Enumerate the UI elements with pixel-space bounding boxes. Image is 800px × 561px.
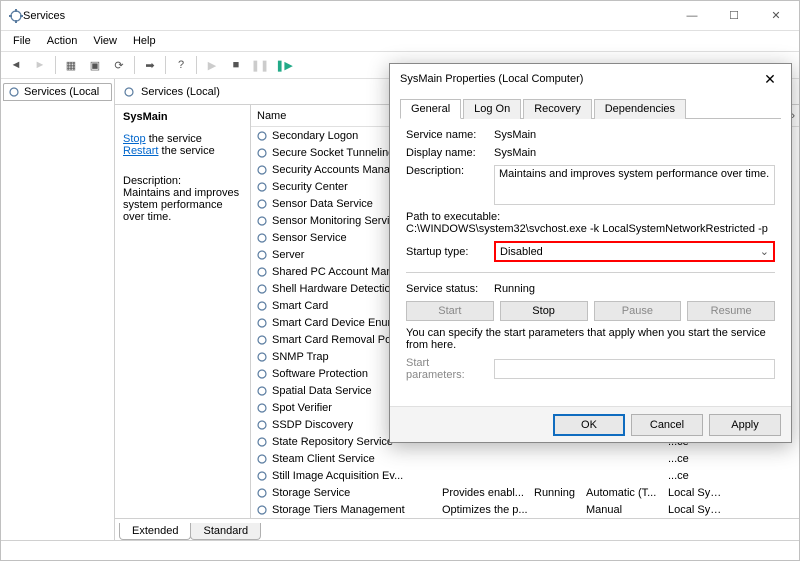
refresh-icon[interactable]: ⟳ xyxy=(108,55,130,75)
gear-icon xyxy=(255,486,269,500)
back-button[interactable]: ◄ xyxy=(5,55,27,75)
gear-icon xyxy=(255,418,269,432)
tab-standard[interactable]: Standard xyxy=(190,523,261,540)
gear-icon xyxy=(255,435,269,449)
menu-view[interactable]: View xyxy=(85,33,125,49)
show-hide-button[interactable]: ▦ xyxy=(60,55,82,75)
description-label: Description: xyxy=(123,175,242,187)
gear-icon xyxy=(255,333,269,347)
services-window: Services — ☐ ✕ File Action View Help ◄ ►… xyxy=(0,0,800,561)
gear-icon xyxy=(255,503,269,517)
dialog-close-button[interactable]: ✕ xyxy=(753,71,787,88)
service-row[interactable]: Steam Client Service...ce xyxy=(251,450,799,467)
gear-icon xyxy=(255,469,269,483)
path-label: Path to executable: xyxy=(406,211,775,223)
dialog-tabs: General Log On Recovery Dependencies xyxy=(400,98,781,119)
display-name-label: Display name: xyxy=(406,147,488,159)
service-name-label: Service name: xyxy=(406,129,488,141)
pause-button[interactable]: Pause xyxy=(594,301,682,321)
restart-icon[interactable]: ❚▶ xyxy=(273,55,295,75)
description-value: Maintains and improves system performanc… xyxy=(494,165,775,205)
service-status-label: Service status: xyxy=(406,283,488,295)
service-row[interactable]: Storage Tiers ManagementOptimizes the p.… xyxy=(251,501,799,518)
cancel-button[interactable]: Cancel xyxy=(631,414,703,436)
resume-button[interactable]: Resume xyxy=(687,301,775,321)
properties-icon[interactable]: ▣ xyxy=(84,55,106,75)
restart-link[interactable]: Restart xyxy=(123,145,158,157)
titlebar: Services — ☐ ✕ xyxy=(1,1,799,31)
forward-button[interactable]: ► xyxy=(29,55,51,75)
stop-icon[interactable]: ■ xyxy=(225,55,247,75)
gear-icon xyxy=(255,452,269,466)
dialog-title: SysMain Properties (Local Computer) xyxy=(400,73,753,85)
service-row[interactable]: Still Image Acquisition Ev......ce xyxy=(251,467,799,484)
gear-icon xyxy=(255,384,269,398)
window-title: Services xyxy=(23,10,671,22)
service-status-value: Running xyxy=(494,283,775,295)
description-text: Maintains and improves system performanc… xyxy=(123,187,242,223)
nav-services-local[interactable]: Services (Local xyxy=(3,83,112,101)
tab-logon[interactable]: Log On xyxy=(463,99,521,119)
tab-dependencies[interactable]: Dependencies xyxy=(594,99,686,119)
gear-icon xyxy=(255,163,269,177)
play-icon[interactable]: ▶ xyxy=(201,55,223,75)
gear-icon xyxy=(255,401,269,415)
tab-extended[interactable]: Extended xyxy=(119,523,191,540)
detail-pane: SysMain Stop the service Restart the ser… xyxy=(115,105,250,518)
help-icon[interactable]: ? xyxy=(170,55,192,75)
selected-service-name: SysMain xyxy=(123,111,242,123)
gear-icon xyxy=(255,180,269,194)
tab-recovery[interactable]: Recovery xyxy=(523,99,591,119)
start-button[interactable]: Start xyxy=(406,301,494,321)
path-value: C:\WINDOWS\system32\svchost.exe -k Local… xyxy=(406,223,775,235)
gear-icon xyxy=(255,367,269,381)
description-label: Description: xyxy=(406,165,488,177)
bottom-tabs: Extended Standard xyxy=(115,518,799,540)
properties-dialog: SysMain Properties (Local Computer) ✕ Ge… xyxy=(389,63,792,443)
gear-icon xyxy=(255,214,269,228)
gear-icon xyxy=(255,146,269,160)
service-row[interactable]: Storage ServiceProvides enabl...RunningA… xyxy=(251,484,799,501)
gear-icon xyxy=(255,129,269,143)
pause-icon[interactable]: ❚❚ xyxy=(249,55,271,75)
menu-action[interactable]: Action xyxy=(39,33,86,49)
menu-file[interactable]: File xyxy=(5,33,39,49)
service-name-value: SysMain xyxy=(494,129,775,141)
menubar: File Action View Help xyxy=(1,31,799,51)
services-icon xyxy=(9,9,23,23)
export-icon[interactable]: ➡ xyxy=(139,55,161,75)
apply-button[interactable]: Apply xyxy=(709,414,781,436)
start-parameters-input[interactable] xyxy=(494,359,775,379)
startup-type-label: Startup type: xyxy=(406,246,488,258)
ok-button[interactable]: OK xyxy=(553,414,625,436)
gear-icon xyxy=(255,282,269,296)
gear-icon xyxy=(8,86,20,98)
display-name-value: SysMain xyxy=(494,147,775,159)
gear-icon xyxy=(255,316,269,330)
gear-icon xyxy=(255,197,269,211)
gear-icon xyxy=(255,231,269,245)
maximize-button[interactable]: ☐ xyxy=(713,2,755,30)
gear-icon xyxy=(255,248,269,262)
gear-icon xyxy=(123,86,135,98)
chevron-down-icon: ⌄ xyxy=(760,245,769,258)
start-params-hint: You can specify the start parameters tha… xyxy=(406,327,775,351)
statusbar xyxy=(1,540,799,560)
menu-help[interactable]: Help xyxy=(125,33,164,49)
minimize-button[interactable]: — xyxy=(671,2,713,30)
gear-icon xyxy=(255,350,269,364)
gear-icon xyxy=(255,265,269,279)
gear-icon xyxy=(255,299,269,313)
startup-type-select[interactable]: Disabled ⌄ xyxy=(494,241,775,262)
close-button[interactable]: ✕ xyxy=(755,2,797,30)
tab-general[interactable]: General xyxy=(400,99,461,119)
stop-link[interactable]: Stop xyxy=(123,133,146,145)
start-parameters-label: Start parameters: xyxy=(406,357,488,381)
stop-button[interactable]: Stop xyxy=(500,301,588,321)
nav-tree: Services (Local xyxy=(1,79,115,540)
